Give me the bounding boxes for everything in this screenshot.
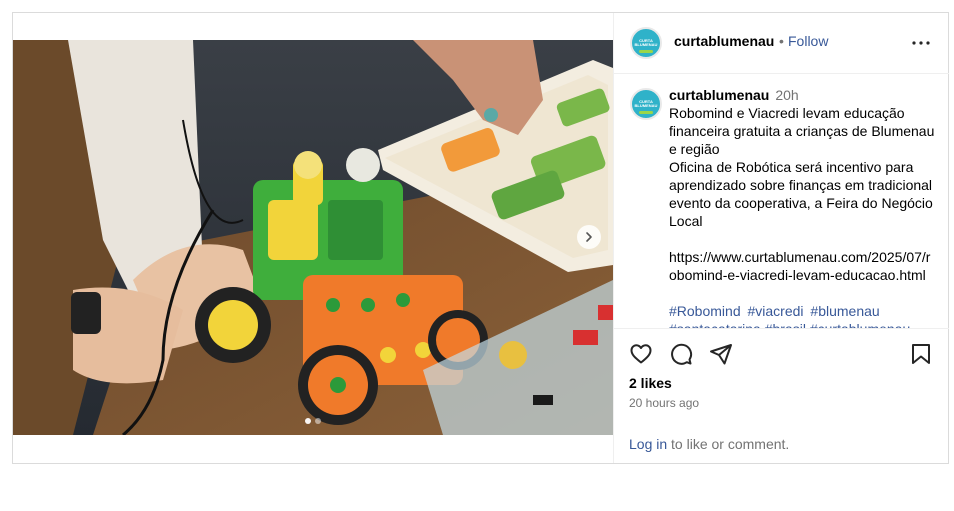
save-button[interactable] xyxy=(908,341,934,367)
hashtag-link[interactable]: #viacredi xyxy=(748,303,804,319)
post-sidebar: CURTA BLUMENAU curtablumenau • Follow CU… xyxy=(613,13,949,463)
caption-line: Robomind e Viacredi levam educação xyxy=(669,105,905,121)
hashtag-row: #Robomind #viacredi #blumenau xyxy=(669,302,935,320)
login-suffix: to like or comment. xyxy=(667,436,790,452)
chevron-right-icon xyxy=(586,232,592,242)
bookmark-icon xyxy=(912,344,930,364)
caption-line: evento da cooperativa, a Feira do Negóci… xyxy=(669,195,933,211)
hashtag-row-cut[interactable]: #santacatarina #brasil #curtablumenau xyxy=(669,320,935,328)
avatar-logo-bar xyxy=(639,111,653,114)
avatar-logo-bar xyxy=(639,50,653,53)
post-timestamp: 20 hours ago xyxy=(629,396,700,410)
avatar[interactable]: CURTA BLUMENAU xyxy=(630,27,662,59)
separator-dot: • xyxy=(779,33,784,49)
caption-time: 20h xyxy=(775,87,799,103)
instagram-embed: CURTA BLUMENAU curtablumenau • Follow CU… xyxy=(12,12,949,464)
robot-kit-photo xyxy=(13,40,613,435)
caption-link-line[interactable]: https://www.curtablumenau.com/2025/07/r xyxy=(669,248,935,266)
follow-button[interactable]: Follow xyxy=(788,33,828,49)
carousel-dot xyxy=(315,418,321,424)
carousel-next-button[interactable] xyxy=(577,225,601,249)
post-header: CURTA BLUMENAU curtablumenau • Follow xyxy=(614,13,949,74)
avatar-logo-text: CURTA BLUMENAU xyxy=(634,38,658,47)
caption-avatar[interactable]: CURTA BLUMENAU xyxy=(630,88,662,120)
share-button[interactable] xyxy=(708,341,734,367)
comment-button[interactable] xyxy=(668,341,694,367)
caption-text: curtablumenau 20h Robomind e Viacredi lev… xyxy=(669,86,935,328)
caption-area: CURTA BLUMENAU curtablumenau 20h Robomind… xyxy=(614,74,949,328)
more-horizontal-icon xyxy=(912,41,930,45)
more-options-button[interactable] xyxy=(910,33,932,53)
like-button[interactable] xyxy=(628,341,654,367)
hashtag-link[interactable]: #blumenau xyxy=(810,303,879,319)
send-icon xyxy=(710,344,732,365)
post-media xyxy=(13,13,613,463)
avatar-logo-text: CURTA BLUMENAU xyxy=(634,99,658,108)
caption-line: e região xyxy=(669,141,720,157)
heart-icon xyxy=(630,344,652,364)
caption-line: Oficina de Robótica será incentivo para xyxy=(669,159,914,175)
caption-header: curtablumenau 20h xyxy=(669,86,935,104)
action-bar: 2 likes 20 hours ago Log in to like or c… xyxy=(614,328,949,463)
username-link[interactable]: curtablumenau xyxy=(674,33,774,49)
carousel-dot-active xyxy=(305,418,311,424)
login-link[interactable]: Log in xyxy=(629,436,667,452)
comment-icon xyxy=(671,343,693,365)
hashtag-link[interactable]: #Robomind xyxy=(669,303,741,319)
carousel-indicator xyxy=(305,418,321,424)
caption-line: aprendizado sobre finanças em tradiciona… xyxy=(669,177,933,193)
caption-username[interactable]: curtablumenau xyxy=(669,87,769,103)
login-prompt: Log in to like or comment. xyxy=(629,436,789,452)
likes-count[interactable]: 2 likes xyxy=(629,375,672,391)
caption-line: financeira gratuita a crianças de Blumen… xyxy=(669,123,935,139)
caption-line: Local xyxy=(669,213,703,229)
caption-link-line[interactable]: obomind-e-viacredi-levam-educacao.html xyxy=(669,266,935,284)
post-photo[interactable] xyxy=(13,40,613,435)
